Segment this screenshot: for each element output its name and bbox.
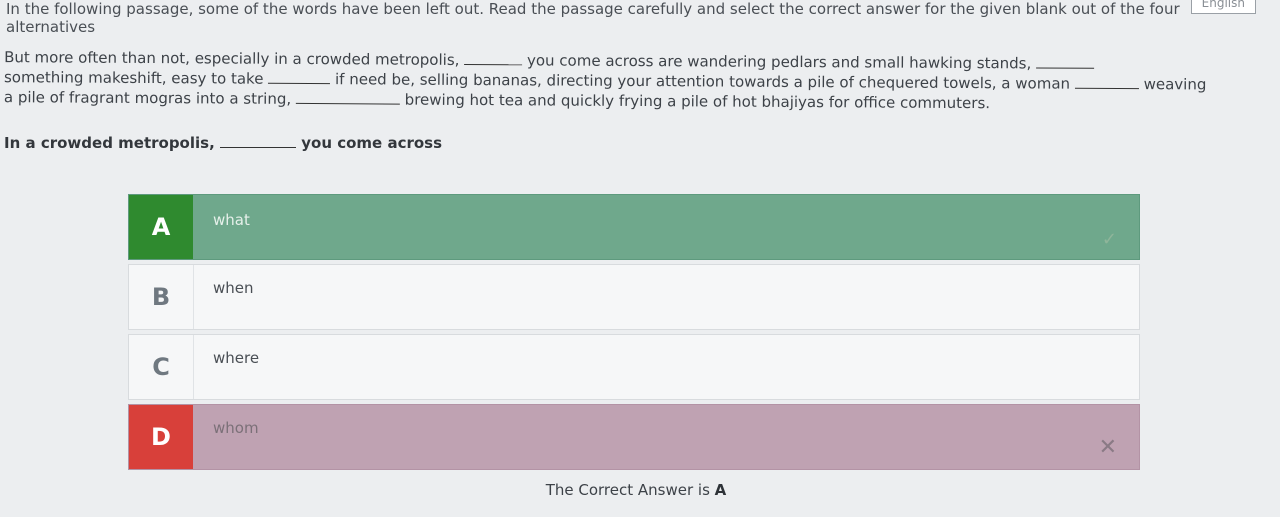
option-b[interactable]: B when bbox=[128, 264, 1140, 330]
passage-text: something makeshift, easy to take bbox=[3, 68, 264, 88]
option-letter: D bbox=[129, 405, 193, 469]
close-icon: ✕ bbox=[1098, 435, 1117, 460]
correct-answer-line: The Correct Answer is A bbox=[0, 481, 1272, 499]
blank bbox=[295, 102, 400, 105]
correct-answer-value: A bbox=[714, 481, 727, 499]
passage-text: But more often than not, especially in a… bbox=[4, 48, 460, 69]
option-a[interactable]: A what ✓ bbox=[128, 194, 1140, 260]
passage-text: brewing hot tea and quickly frying a pil… bbox=[404, 90, 991, 113]
blank bbox=[268, 82, 331, 85]
passage-text: a pile of fragrant mogras into a string, bbox=[3, 88, 292, 108]
blank bbox=[1074, 87, 1139, 90]
blank bbox=[1036, 67, 1095, 69]
option-text: when bbox=[213, 279, 254, 297]
option-text: what bbox=[213, 211, 250, 229]
blank bbox=[220, 147, 297, 148]
passage: But more often than not, especially in a… bbox=[4, 47, 1266, 115]
option-c[interactable]: C where bbox=[128, 334, 1140, 400]
question-suffix: you come across bbox=[301, 134, 443, 152]
option-text: where bbox=[213, 349, 260, 367]
passage-text: weaving bbox=[1143, 75, 1207, 94]
passage-text: you come across are wandering pedlars an… bbox=[526, 51, 1032, 73]
option-d[interactable]: D whom ✕ bbox=[128, 404, 1140, 470]
correct-answer-label: The Correct Answer is bbox=[545, 481, 710, 499]
option-letter: C bbox=[129, 335, 194, 399]
instruction-text: In the following passage, some of the wo… bbox=[6, 0, 1180, 36]
answer-options: A what ✓ B when C where D whom ✕ bbox=[128, 194, 1140, 474]
question-text: In a crowded metropolis, you come across bbox=[4, 134, 442, 152]
option-text: whom bbox=[213, 419, 259, 437]
question-prefix: In a crowded metropolis, bbox=[4, 134, 215, 152]
option-letter: A bbox=[129, 195, 193, 259]
check-icon: ✓ bbox=[1101, 229, 1117, 250]
option-letter: B bbox=[129, 265, 194, 329]
blank bbox=[464, 63, 523, 66]
